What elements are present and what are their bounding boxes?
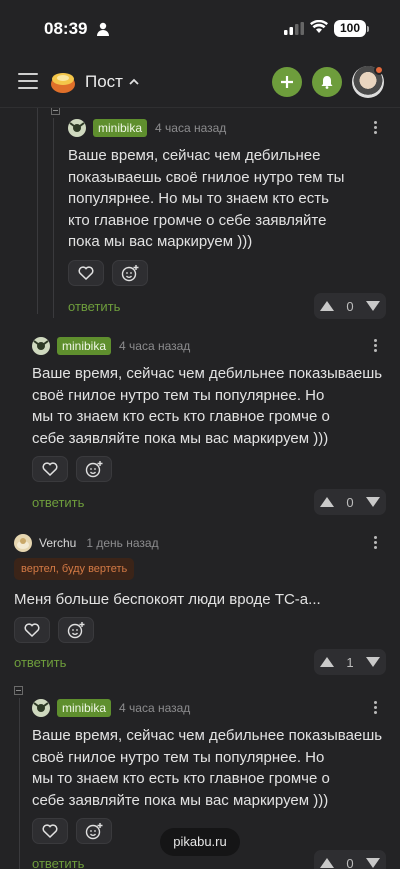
more-vertical-icon[interactable] bbox=[372, 536, 378, 552]
comment-text: Меня больше беспокоят люди вроде ТС-а... bbox=[14, 591, 321, 608]
score: 0 bbox=[346, 855, 354, 869]
pikabu-logo[interactable] bbox=[49, 69, 77, 95]
heart-icon bbox=[42, 824, 58, 838]
score: 0 bbox=[346, 298, 354, 314]
notifications-button[interactable] bbox=[312, 67, 342, 97]
arrow-up-icon[interactable] bbox=[319, 857, 335, 869]
chevron-up-icon[interactable] bbox=[129, 78, 139, 85]
score: 1 bbox=[346, 654, 354, 670]
emoji-add-icon bbox=[67, 622, 85, 639]
username[interactable]: minibika bbox=[57, 699, 112, 717]
reply-link[interactable]: ответить bbox=[68, 299, 120, 314]
comment-time: 4 часа назад bbox=[119, 701, 191, 715]
collapse-toggle[interactable] bbox=[14, 686, 23, 695]
emoji-add-icon bbox=[85, 461, 103, 478]
comment-header: minibika 4 часа назад bbox=[68, 119, 226, 137]
comment-text: Ваше время, сейчас чем дебильнее показыв… bbox=[32, 365, 383, 447]
battery-tip bbox=[367, 26, 369, 32]
reply-link[interactable]: ответить bbox=[32, 495, 84, 510]
like-button[interactable] bbox=[14, 617, 50, 643]
notification-dot bbox=[374, 65, 384, 75]
like-button[interactable] bbox=[68, 260, 104, 286]
wifi-icon bbox=[310, 20, 328, 33]
battery-indicator: 100 bbox=[334, 20, 366, 37]
cellular-signal-icon bbox=[284, 22, 304, 35]
arrow-down-icon[interactable] bbox=[365, 300, 381, 312]
arrow-down-icon[interactable] bbox=[365, 496, 381, 508]
comment-time: 4 часа назад bbox=[119, 339, 191, 353]
thread-line bbox=[53, 118, 54, 318]
comment-text: Ваше время, сейчас чем дебильнее показыв… bbox=[68, 147, 345, 250]
thread-line bbox=[19, 698, 20, 869]
site-domain-pill[interactable]: pikabu.ru bbox=[160, 828, 240, 856]
avatar[interactable] bbox=[32, 699, 50, 717]
reply-link[interactable]: ответить bbox=[14, 655, 66, 670]
add-reaction-button[interactable] bbox=[58, 617, 94, 643]
emoji-add-icon bbox=[85, 823, 103, 840]
add-reaction-button[interactable] bbox=[76, 818, 112, 844]
more-vertical-icon[interactable] bbox=[372, 339, 378, 355]
comment-time: 1 день назад bbox=[86, 536, 159, 550]
comment-time: 4 часа назад bbox=[155, 121, 227, 135]
add-reaction-button[interactable] bbox=[76, 456, 112, 482]
arrow-up-icon[interactable] bbox=[319, 300, 335, 312]
add-post-button[interactable] bbox=[272, 67, 302, 97]
like-button[interactable] bbox=[32, 818, 68, 844]
heart-icon bbox=[42, 462, 58, 476]
arrow-up-icon[interactable] bbox=[319, 656, 335, 668]
heart-icon bbox=[78, 266, 94, 280]
plus-icon bbox=[281, 76, 293, 88]
comment-header: minibika 4 часа назад bbox=[32, 337, 190, 355]
vote-control: 0 bbox=[314, 293, 386, 319]
more-vertical-icon[interactable] bbox=[372, 701, 378, 717]
menu-icon[interactable] bbox=[18, 73, 38, 91]
reply-link[interactable]: ответить bbox=[32, 856, 84, 869]
vote-control: 0 bbox=[314, 850, 386, 869]
arrow-down-icon[interactable] bbox=[365, 656, 381, 668]
collapse-toggle[interactable] bbox=[51, 108, 60, 115]
thread-line bbox=[37, 108, 38, 314]
user-tag: вертел, буду вертеть bbox=[14, 558, 135, 580]
like-button[interactable] bbox=[32, 456, 68, 482]
avatar[interactable] bbox=[14, 534, 32, 552]
more-vertical-icon[interactable] bbox=[372, 121, 378, 137]
bell-icon bbox=[321, 76, 333, 89]
comment-header: minibika 4 часа назад bbox=[32, 699, 190, 717]
emoji-add-icon bbox=[121, 265, 139, 282]
status-bar: 08:39 100 bbox=[0, 0, 400, 58]
status-time: 08:39 bbox=[44, 19, 88, 38]
person-icon bbox=[97, 22, 109, 36]
comments-list: minibika 4 часа назад Ваше время, сейчас… bbox=[0, 108, 400, 869]
score: 0 bbox=[346, 494, 354, 510]
arrow-up-icon[interactable] bbox=[319, 496, 335, 508]
add-reaction-button[interactable] bbox=[112, 260, 148, 286]
comment-text: Ваше время, сейчас чем дебильнее показыв… bbox=[32, 727, 383, 809]
username[interactable]: Verchu bbox=[39, 536, 76, 550]
avatar[interactable] bbox=[32, 337, 50, 355]
vote-control: 0 bbox=[314, 489, 386, 515]
app-header: Пост bbox=[0, 58, 400, 108]
username[interactable]: minibika bbox=[57, 337, 112, 355]
page-title[interactable]: Пост bbox=[85, 72, 123, 92]
heart-icon bbox=[24, 623, 40, 637]
comment-header: Verchu 1 день назад bbox=[14, 534, 159, 552]
avatar[interactable] bbox=[68, 119, 86, 137]
vote-control: 1 bbox=[314, 649, 386, 675]
username[interactable]: minibika bbox=[93, 119, 148, 137]
arrow-down-icon[interactable] bbox=[365, 857, 381, 869]
